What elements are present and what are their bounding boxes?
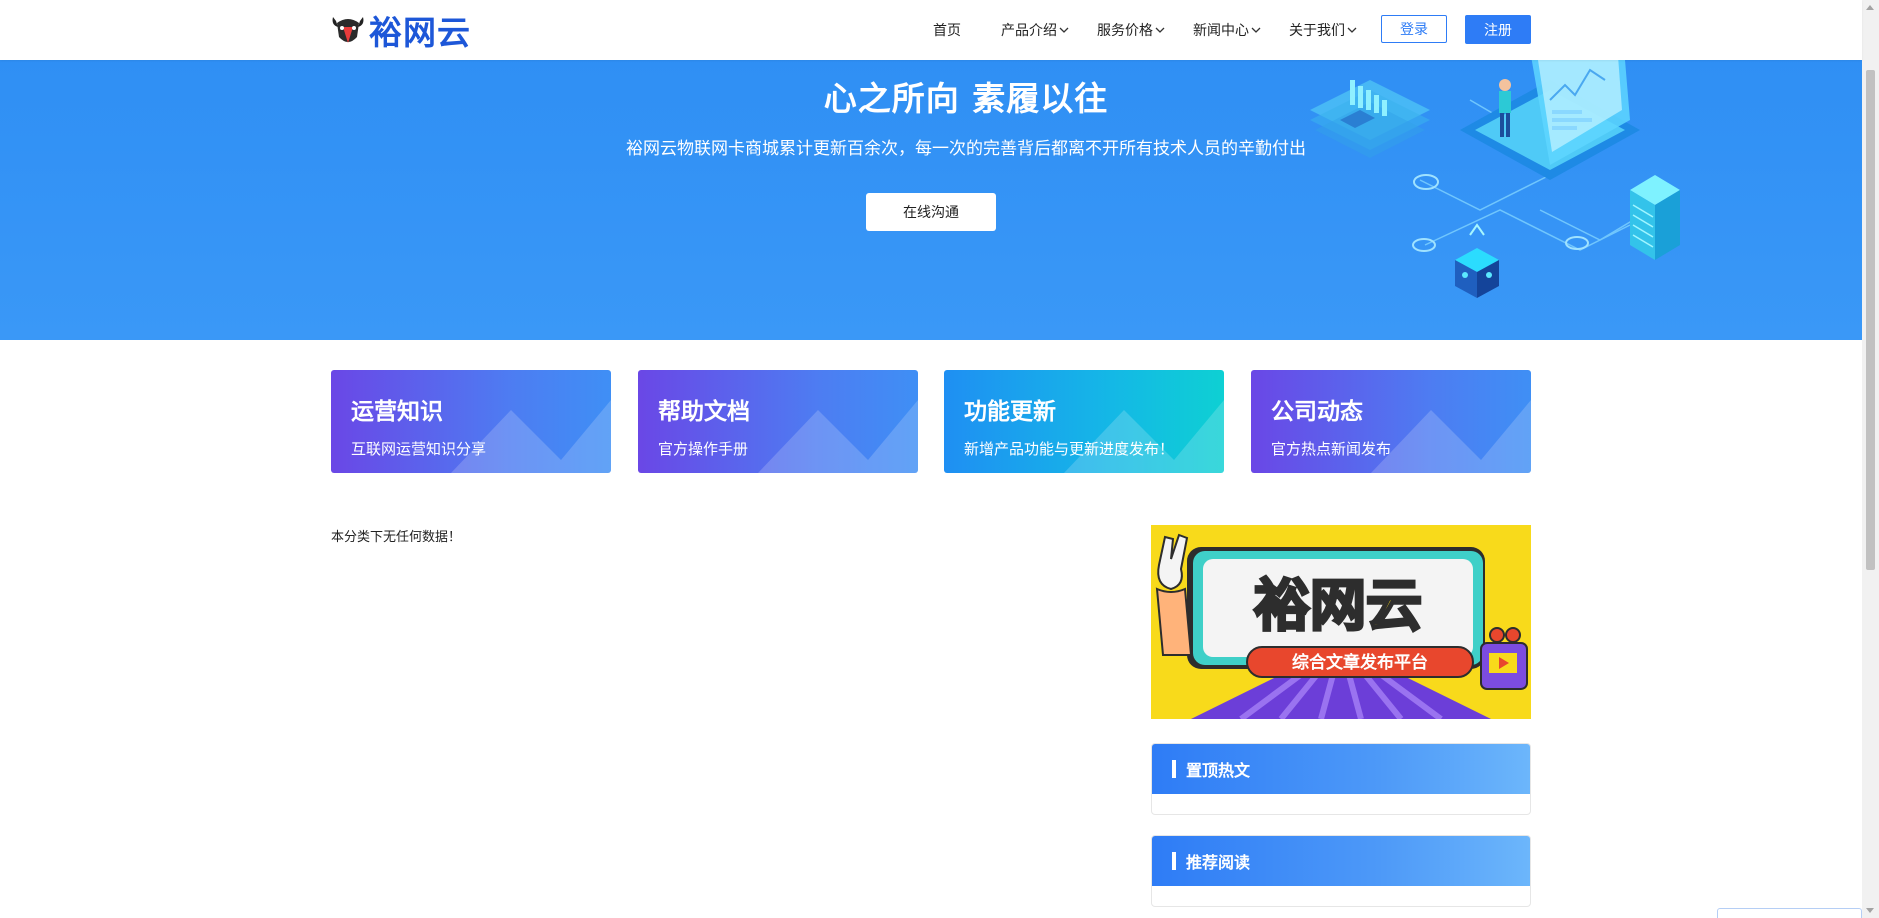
nav-news-label: 新闻中心: [1193, 23, 1249, 39]
nav-home[interactable]: 首页: [933, 20, 961, 40]
panel-recommended-reading: 推荐阅读: [1151, 835, 1531, 907]
panel-header: 置顶热文: [1152, 744, 1530, 794]
nav-products-label: 产品介绍: [1001, 23, 1057, 39]
panel-pinned-hot: 置顶热文: [1151, 743, 1531, 815]
hero-banner: 心之所向 素履以往 裕网云物联网卡商城累计更新百余次，每一次的完善背后都离不开所…: [0, 60, 1862, 340]
card-title: 功能更新: [964, 399, 1056, 425]
online-chat-button[interactable]: 在线沟通: [866, 193, 996, 231]
site-logo[interactable]: 裕网云: [330, 8, 471, 52]
card-help-docs[interactable]: 帮助文档 官方操作手册: [638, 370, 918, 473]
logo-text: 裕网云: [369, 13, 471, 52]
chevron-down-icon: [1155, 27, 1165, 33]
panel-header: 推荐阅读: [1152, 836, 1530, 886]
login-button[interactable]: 登录: [1381, 15, 1447, 43]
nav-news[interactable]: 新闻中心: [1193, 20, 1261, 40]
card-title: 公司动态: [1271, 399, 1363, 425]
chevron-down-icon: [1347, 27, 1357, 33]
card-title: 帮助文档: [658, 399, 750, 425]
card-subtitle: 官方热点新闻发布: [1271, 440, 1392, 458]
nav-about[interactable]: 关于我们: [1289, 20, 1357, 40]
card-operations-knowledge[interactable]: 运营知识 互联网运营知识分享: [331, 370, 611, 473]
scroll-up-icon[interactable]: [1866, 5, 1874, 10]
panel-title-bar: [1172, 852, 1176, 870]
chevron-down-icon: [1059, 27, 1069, 33]
nav-pricing[interactable]: 服务价格: [1097, 20, 1165, 40]
chevron-down-icon: [1251, 27, 1261, 33]
promo-banner[interactable]: 裕网云 综合文章发布平台: [1151, 525, 1531, 719]
nav-products[interactable]: 产品介绍: [1001, 20, 1069, 40]
banner-tagline: 综合文章发布平台: [1292, 652, 1428, 673]
site-header: 裕网云 首页 产品介绍 服务价格 新闻中心 关于我们 登录 注册: [0, 0, 1862, 60]
panel-title: 置顶热文: [1186, 761, 1251, 780]
card-subtitle: 新增产品功能与更新进度发布！: [964, 440, 1175, 458]
nav-home-label: 首页: [933, 23, 961, 39]
page-scrollbar[interactable]: [1862, 0, 1879, 918]
isometric-tech-illustration: [1310, 60, 1680, 298]
card-title: 运营知识: [351, 399, 443, 425]
banner-brand: 裕网云: [1254, 574, 1422, 639]
promo-banner-art: 裕网云 综合文章发布平台: [1151, 525, 1531, 719]
scroll-thumb[interactable]: [1866, 70, 1875, 570]
card-subtitle: 官方操作手册: [658, 440, 749, 458]
nav-about-label: 关于我们: [1289, 23, 1345, 39]
bull-logo-icon: [332, 17, 364, 43]
panel-title-bar: [1172, 760, 1176, 778]
scroll-down-icon[interactable]: [1866, 908, 1874, 913]
card-subtitle: 互联网运营知识分享: [351, 440, 487, 458]
register-button[interactable]: 注册: [1465, 15, 1531, 44]
floating-widget[interactable]: [1717, 908, 1862, 918]
card-company-news[interactable]: 公司动态 官方热点新闻发布: [1251, 370, 1531, 473]
panel-title: 推荐阅读: [1186, 853, 1251, 872]
card-feature-updates[interactable]: 功能更新 新增产品功能与更新进度发布！: [944, 370, 1224, 473]
nav-pricing-label: 服务价格: [1097, 23, 1153, 39]
empty-list-message: 本分类下无任何数据！: [331, 530, 462, 545]
